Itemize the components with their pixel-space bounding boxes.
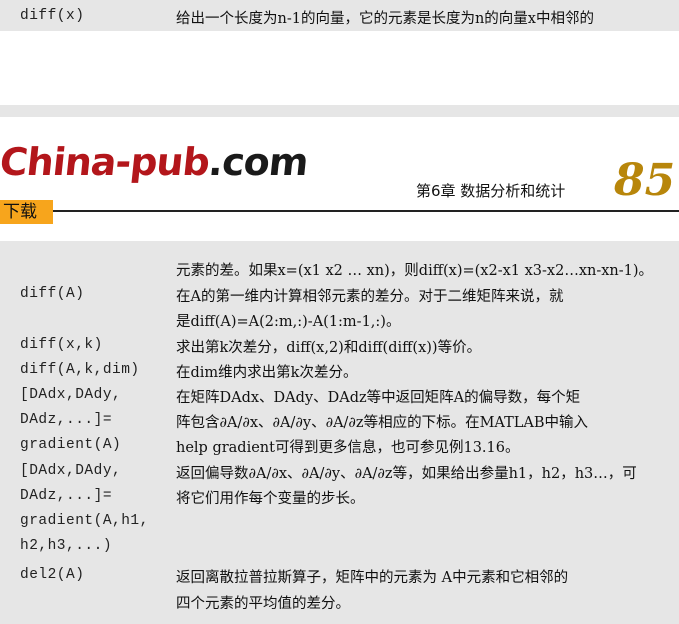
page-separator-band (0, 105, 679, 117)
description-line: 四个元素的平均值的差分。 (176, 596, 350, 612)
code-cell: del2(A) (20, 567, 85, 583)
header-rule (53, 210, 679, 212)
description-line: 将它们用作每个变量的步长。 (176, 491, 365, 507)
description-line: 求出第k次差分，diff(x,2)和diff(diff(x))等价。 (176, 340, 482, 356)
top-description-cell: 给出一个长度为n-1的向量，它的元素是长度为n的向量x中相邻的 (176, 11, 594, 27)
code-cell: [DAdx,DAdy, (20, 387, 122, 403)
description-line: 在矩阵DAdx、DAdy、DAdz等中返回矩阵A的偏导数，每个矩 (176, 390, 581, 406)
description-line: 元素的差。如果x=(x1 x2 … xn)，则diff(x)=(x2-x1 x3… (176, 263, 654, 279)
page-number: 85 (614, 155, 676, 206)
code-cell: diff(x,k) (20, 337, 103, 353)
description-line: 返回偏导数∂A/∂x、∂A/∂y、∂A/∂z等，如果给出参量h1，h2，h3…，… (176, 466, 637, 482)
logo-text: China-pub (0, 140, 212, 184)
description-line: 返回离散拉普拉斯算子，矩阵中的元素为 A中元素和它相邻的 (176, 570, 569, 586)
code-cell: gradient(A) (20, 437, 122, 453)
code-cell: DAdz,...]= (20, 412, 113, 428)
code-cell: diff(A) (20, 286, 85, 302)
description-line: 在A的第一维内计算相邻元素的差分。对于二维矩阵来说，就 (176, 289, 564, 305)
download-tab: 下载 (0, 200, 53, 224)
china-pub-logo: China-pub.com (0, 140, 310, 184)
description-line: 在dim维内求出第k次差分。 (176, 365, 358, 381)
description-line: 阵包含∂A/∂x、∂A/∂y、∂A/∂z等相应的下标。在MATLAB中输入 (176, 415, 589, 431)
code-cell: [DAdx,DAdy, (20, 463, 122, 479)
code-cell: gradient(A,h1, (20, 513, 149, 529)
description-line: help gradient可得到更多信息，也可参见例13.16。 (176, 440, 520, 456)
chapter-title: 第6章 数据分析和统计 (416, 182, 566, 200)
description-line: 是diff(A)=A(2:m,:)-A(1:m-1,:)。 (176, 314, 401, 330)
top-code-cell: diff(x) (20, 8, 85, 24)
code-cell: h2,h3,...) (20, 538, 113, 554)
code-cell: diff(A,k,dim) (20, 362, 140, 378)
code-cell: DAdz,...]= (20, 488, 113, 504)
logo-suffix: .com (206, 140, 310, 184)
